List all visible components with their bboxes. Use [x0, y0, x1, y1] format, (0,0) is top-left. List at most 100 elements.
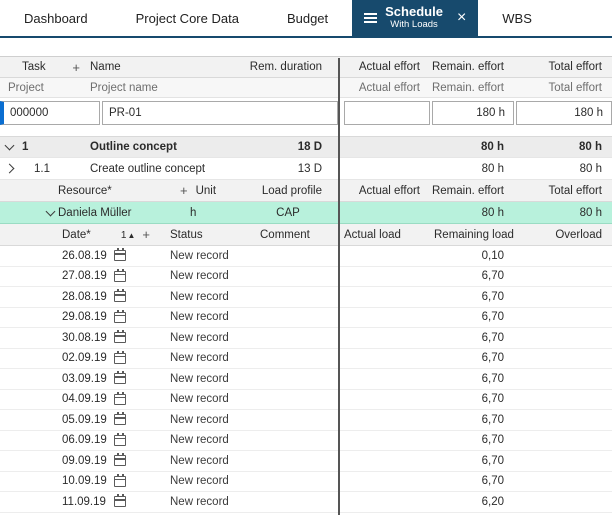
load-row: 02.09.19 New record 6,70	[0, 349, 612, 370]
project-id-cell[interactable]: 000000	[0, 101, 100, 125]
col-rem-duration: Rem. duration	[244, 61, 338, 73]
remaining-load-cell[interactable]: 0,10	[428, 250, 512, 262]
calendar-icon[interactable]	[114, 353, 126, 364]
remaining-load-cell[interactable]: 6,70	[428, 332, 512, 344]
remaining-load-cell[interactable]: 6,70	[428, 352, 512, 364]
project-remain-effort-cell: 180 h	[432, 101, 514, 125]
remaining-load-cell[interactable]: 6,70	[428, 373, 512, 385]
project-total-effort-cell: 180 h	[516, 101, 612, 125]
close-tab-icon[interactable]: ×	[457, 10, 466, 26]
chevron-right-icon[interactable]	[4, 164, 14, 174]
project-actual-effort-cell[interactable]	[344, 101, 430, 125]
calendar-icon[interactable]	[114, 496, 126, 507]
chevron-down-icon[interactable]	[45, 206, 55, 216]
date-cell[interactable]: 28.08.19	[52, 291, 114, 303]
remaining-load-cell[interactable]: 6,70	[428, 455, 512, 467]
status-cell: New record	[140, 311, 260, 323]
task-id: 1	[22, 141, 28, 153]
calendar-icon[interactable]	[114, 394, 126, 405]
load-row: 26.08.19 New record 0,10	[0, 246, 612, 267]
task-duration: 13 D	[244, 163, 338, 175]
date-cell[interactable]: 04.09.19	[52, 393, 114, 405]
status-cell: New record	[140, 393, 260, 405]
remaining-load-cell[interactable]: 6,70	[428, 393, 512, 405]
resource-remain-effort: 80 h	[428, 207, 512, 219]
tab-schedule[interactable]: Schedule With Loads ×	[352, 0, 478, 36]
calendar-icon[interactable]	[114, 271, 126, 282]
chevron-down-icon[interactable]	[4, 141, 14, 151]
calendar-icon[interactable]	[114, 332, 126, 343]
remaining-load-cell[interactable]: 6,70	[428, 414, 512, 426]
remaining-load-cell[interactable]: 6,70	[428, 434, 512, 446]
date-cell[interactable]: 10.09.19	[52, 475, 114, 487]
task-row-1-1[interactable]: 1.1 Create outline concept 13 D 80 h 80 …	[0, 158, 612, 180]
calendar-icon[interactable]	[114, 414, 126, 425]
date-cell[interactable]: 05.09.19	[52, 414, 114, 426]
load-row: 05.09.19 New record 6,70	[0, 410, 612, 431]
add-resource-button[interactable]: +	[178, 183, 190, 198]
project-name-input[interactable]: PR-01	[102, 101, 338, 125]
calendar-icon[interactable]	[114, 435, 126, 446]
date-cell[interactable]: 26.08.19	[52, 250, 114, 262]
load-row: 09.09.19 New record 6,70	[0, 451, 612, 472]
col-remain-effort: Remain. effort	[428, 82, 512, 94]
add-task-button[interactable]: +	[70, 60, 82, 75]
col-project: Project	[0, 82, 86, 94]
calendar-icon[interactable]	[114, 373, 126, 384]
task-remain-effort: 80 h	[428, 163, 512, 175]
status-cell: New record	[140, 475, 260, 487]
status-cell: New record	[140, 455, 260, 467]
remaining-load-cell[interactable]: 6,70	[428, 475, 512, 487]
date-column-header: Date* 1▲ +	[52, 227, 156, 242]
tab-dashboard[interactable]: Dashboard	[0, 0, 112, 36]
col-actual-effort: Actual effort	[338, 82, 428, 94]
resource-row[interactable]: Daniela Müller h CAP 80 h 80 h	[0, 202, 612, 224]
load-rows: 26.08.19 New record 0,10 27.08.19 New re…	[0, 246, 612, 513]
date-cell[interactable]: 11.09.19	[52, 496, 114, 508]
tab-bar: Dashboard Project Core Data Budget Sched…	[0, 0, 612, 38]
remaining-load-cell[interactable]: 6,20	[428, 496, 512, 508]
spacer	[0, 128, 612, 136]
load-row: 10.09.19 New record 6,70	[0, 472, 612, 493]
status-cell: New record	[140, 373, 260, 385]
sort-asc-icon: ▲	[127, 231, 135, 240]
date-cell[interactable]: 06.09.19	[52, 434, 114, 446]
task-id: 1.1	[22, 163, 50, 175]
unit-column-header: + Unit	[178, 183, 238, 198]
load-row: 03.09.19 New record 6,70	[0, 369, 612, 390]
remaining-load-cell[interactable]: 6,70	[428, 270, 512, 282]
date-cell[interactable]: 02.09.19	[52, 352, 114, 364]
tab-budget[interactable]: Budget	[263, 0, 352, 36]
date-cell[interactable]: 27.08.19	[52, 270, 114, 282]
tab-label: Dashboard	[24, 11, 88, 26]
task-column-header: Task +	[18, 60, 86, 75]
calendar-icon[interactable]	[114, 250, 126, 261]
calendar-icon[interactable]	[114, 455, 126, 466]
sort-indicator[interactable]: 1▲	[121, 229, 135, 241]
date-cell[interactable]: 09.09.19	[52, 455, 114, 467]
calendar-icon[interactable]	[114, 312, 126, 323]
spacer	[0, 38, 612, 56]
tab-sublabel: With Loads	[390, 20, 438, 31]
col-actual-effort: Actual effort	[338, 61, 428, 73]
add-date-button[interactable]: +	[140, 227, 152, 242]
load-row: 30.08.19 New record 6,70	[0, 328, 612, 349]
tab-wbs[interactable]: WBS	[478, 0, 556, 36]
date-cell[interactable]: 30.08.19	[52, 332, 114, 344]
remaining-load-cell[interactable]: 6,70	[428, 291, 512, 303]
load-table-header: Date* 1▲ + Status Comment Actual load Re…	[0, 224, 612, 246]
date-cell[interactable]: 29.08.19	[52, 311, 114, 323]
date-cell[interactable]: 03.09.19	[52, 373, 114, 385]
col-total-effort: Total effort	[512, 61, 610, 73]
calendar-icon[interactable]	[114, 291, 126, 302]
calendar-icon[interactable]	[114, 476, 126, 487]
col-load-profile: Load profile	[238, 185, 338, 197]
resource-total-effort: 80 h	[512, 207, 610, 219]
task-name: Outline concept	[86, 141, 244, 153]
col-name: Name	[86, 61, 244, 73]
task-row-1[interactable]: 1 Outline concept 18 D 80 h 80 h	[0, 136, 612, 158]
status-cell: New record	[140, 434, 260, 446]
remaining-load-cell[interactable]: 6,70	[428, 311, 512, 323]
col-comment: Comment	[260, 229, 338, 241]
tab-project-core-data[interactable]: Project Core Data	[112, 0, 263, 36]
